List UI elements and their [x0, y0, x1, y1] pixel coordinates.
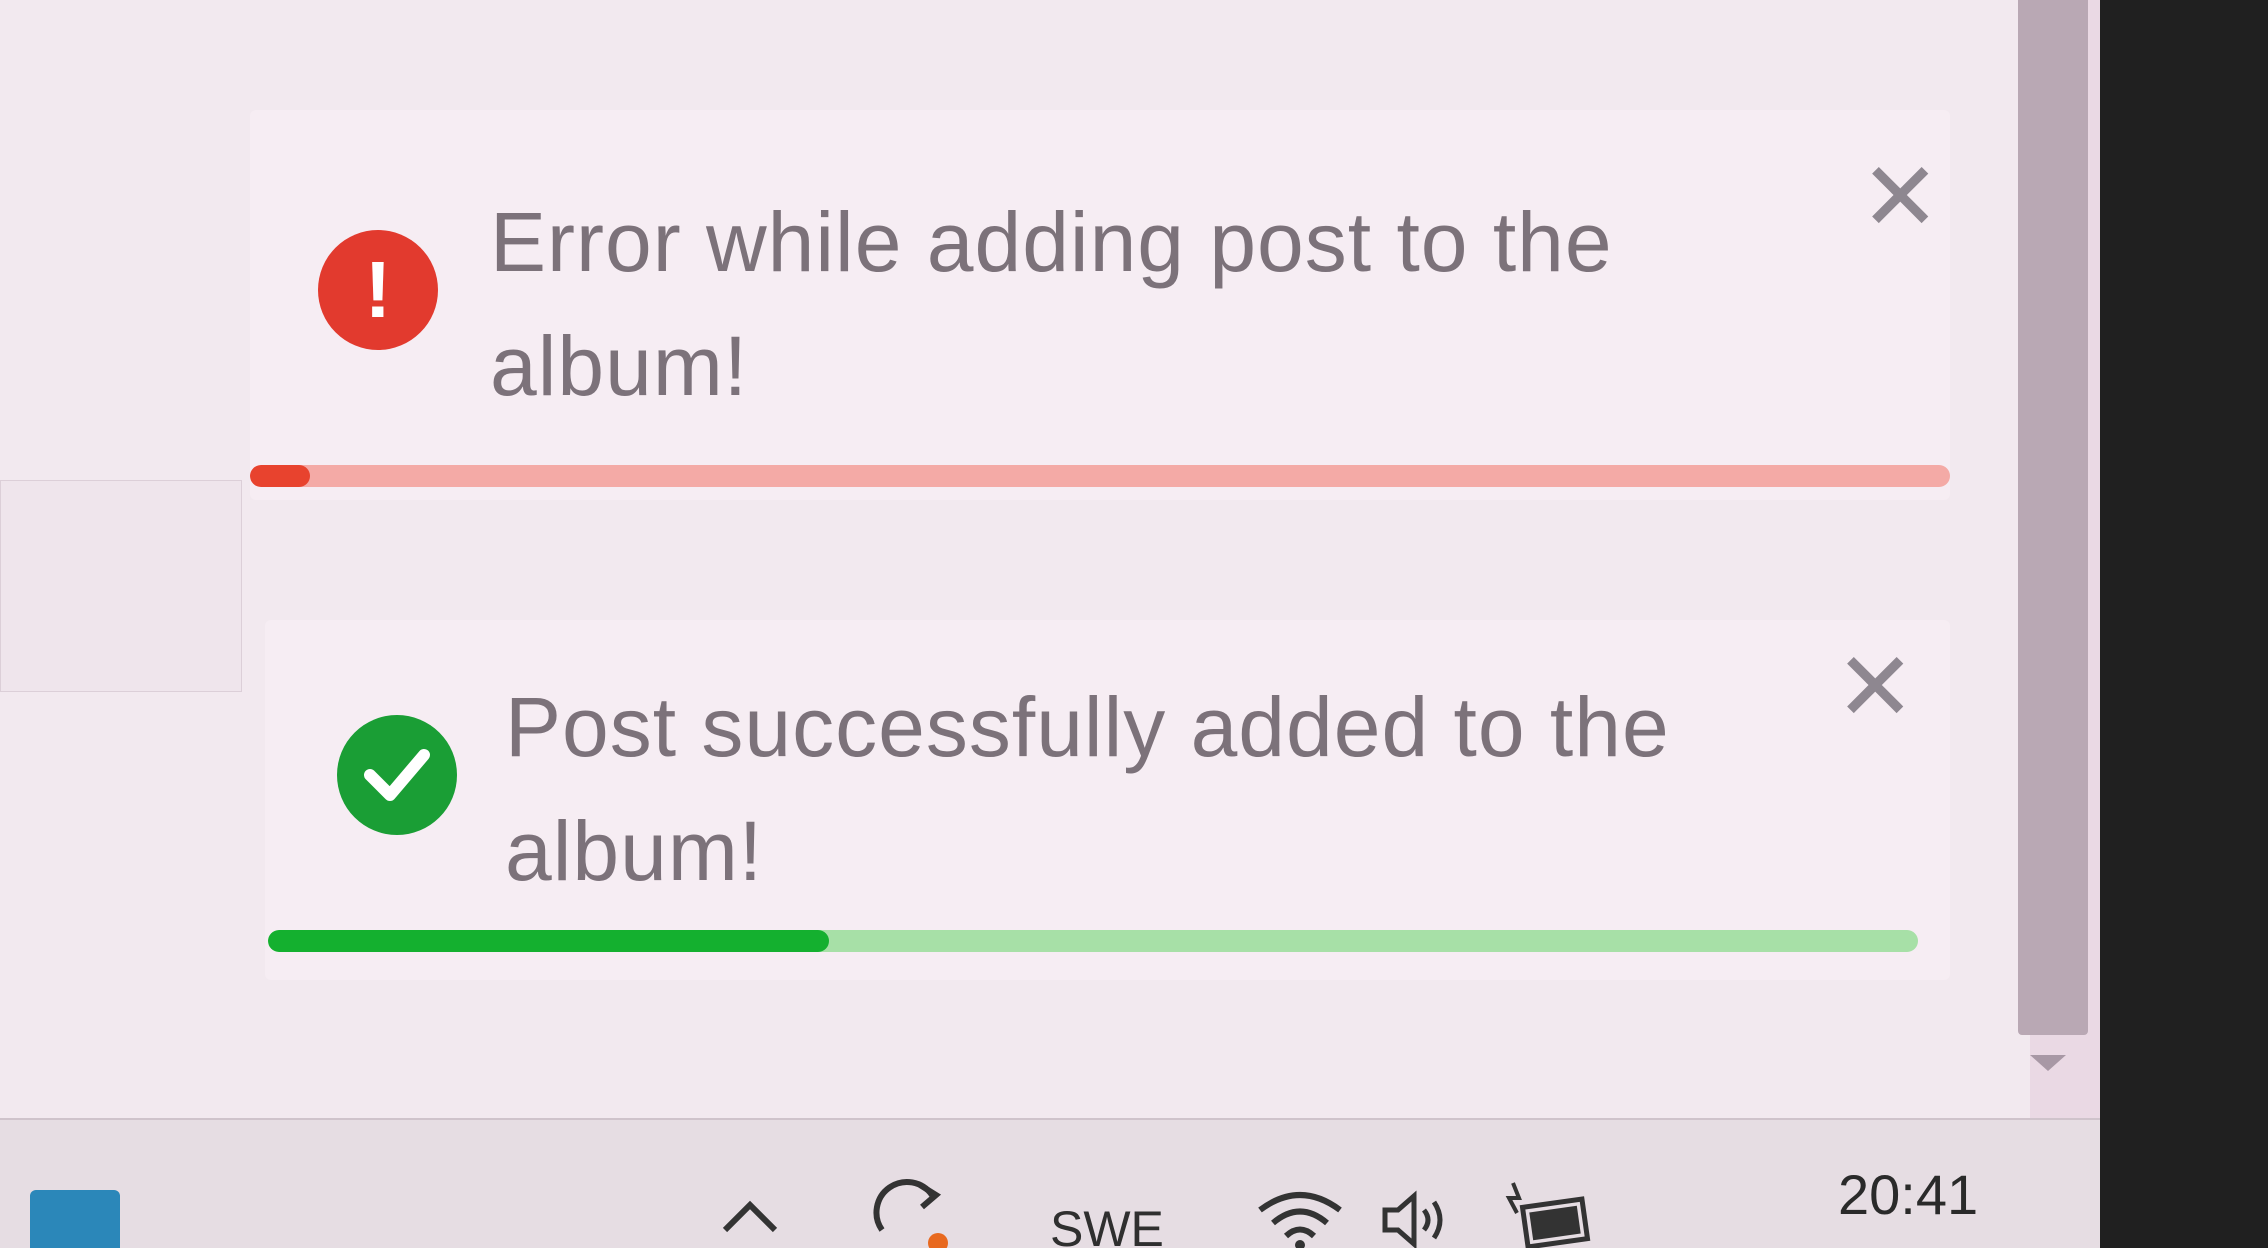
scrollbar-thumb[interactable]	[2018, 0, 2088, 1035]
exclamation-icon: !	[318, 230, 438, 350]
toast-progress-track	[250, 465, 1950, 487]
monitor-bezel	[2100, 0, 2268, 1248]
refresh-icon[interactable]	[870, 1175, 950, 1248]
screen: ! Error while adding post to the album! …	[0, 0, 2100, 1248]
toast-progress-fill	[250, 465, 310, 487]
close-icon[interactable]: ✕	[1860, 150, 1940, 246]
scroll-down-arrow-icon[interactable]	[2030, 1055, 2066, 1071]
taskbar: SWE 20:41	[0, 1118, 2100, 1248]
error-toast: ! Error while adding post to the album! …	[250, 110, 1950, 500]
success-toast: Post successfully added to the album! ✕	[265, 620, 1950, 980]
toast-progress-fill	[268, 930, 829, 952]
wifi-icon[interactable]	[1255, 1185, 1345, 1248]
checkmark-icon	[337, 715, 457, 835]
page-panel	[0, 480, 242, 692]
toast-progress-track	[268, 930, 1918, 952]
battery-icon[interactable]	[1505, 1178, 1595, 1248]
chevron-up-icon[interactable]	[720, 1195, 780, 1240]
notepad-icon[interactable]	[30, 1190, 120, 1248]
volume-icon[interactable]	[1380, 1190, 1450, 1248]
language-indicator[interactable]: SWE	[1050, 1200, 1164, 1248]
toast-message: Post successfully added to the album!	[505, 680, 1670, 898]
clock[interactable]: 20:41	[1838, 1162, 1978, 1227]
toast-message: Error while adding post to the album!	[490, 195, 1613, 413]
close-icon[interactable]: ✕	[1835, 640, 1915, 736]
